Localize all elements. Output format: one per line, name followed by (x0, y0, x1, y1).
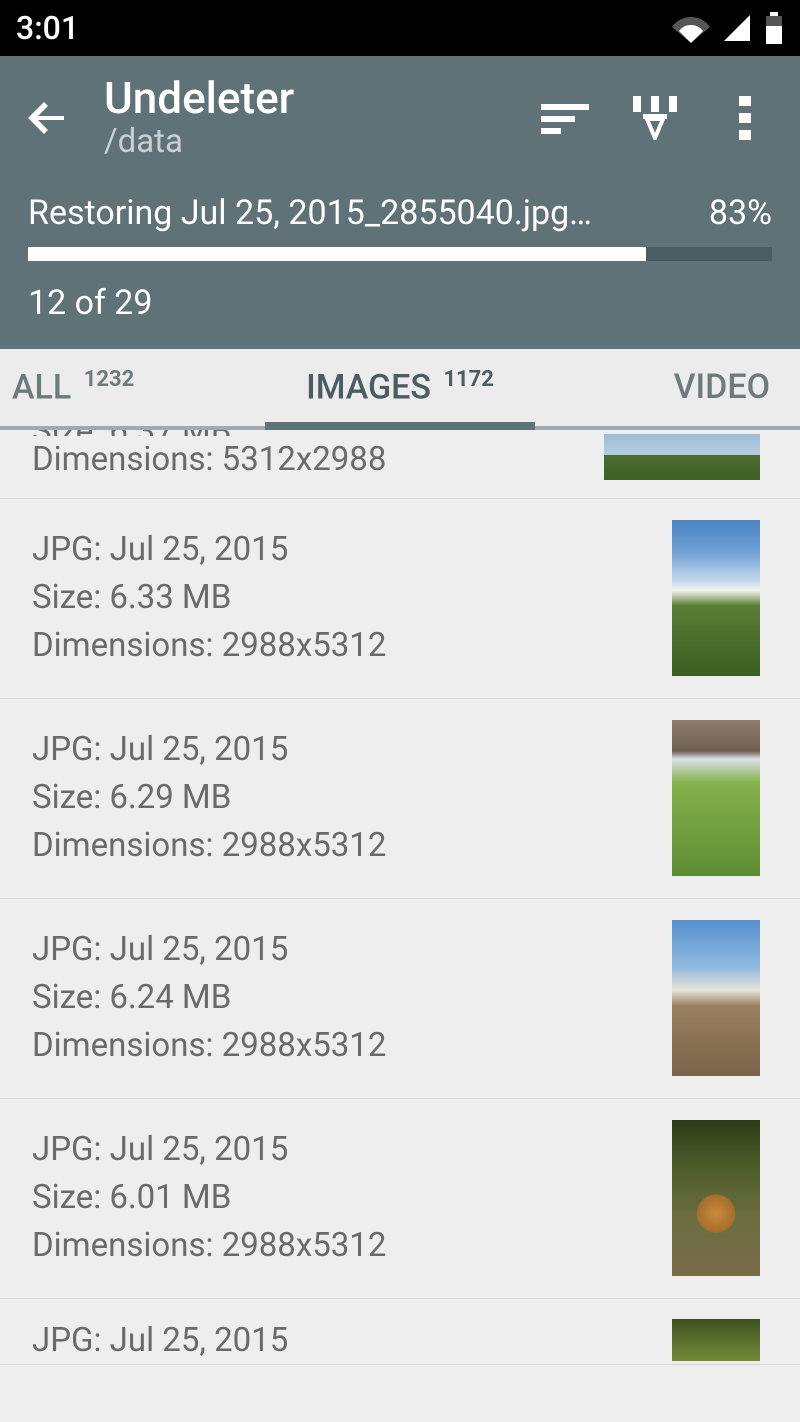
tab-label: VIDEO (674, 367, 770, 407)
tab-label: IMAGES (306, 368, 431, 408)
list-item[interactable]: JPG: Jul 25, 2015 (0, 1299, 800, 1366)
progress-percent: 83% (709, 193, 772, 233)
item-text: JPG: Jul 25, 2015 Size: 6.29 MB Dimensio… (32, 726, 652, 870)
app-header: Undeleter /data Restoring Jul 25, 2015_2… (0, 56, 800, 349)
app-title: Undeleter (104, 74, 540, 122)
item-title: JPG: Jul 25, 2015 (32, 1126, 652, 1174)
item-text: Size: 6.37 MB Dimensions: 5312x2988 (32, 430, 584, 484)
list-item[interactable]: Size: 6.37 MB Dimensions: 5312x2988 (0, 430, 800, 499)
item-size: Size: 6.01 MB (32, 1174, 652, 1222)
item-title: JPG: Jul 25, 2015 (32, 1317, 652, 1365)
progress-bar (28, 247, 772, 261)
status-bar: 3:01 (0, 0, 800, 56)
item-dimensions: Dimensions: 2988x5312 (32, 822, 652, 870)
item-dimensions: Dimensions: 2988x5312 (32, 1222, 652, 1270)
item-size: Size: 6.29 MB (32, 774, 652, 822)
toolbar: Undeleter /data (0, 56, 800, 175)
progress-text: Restoring Jul 25, 2015_2855040.jpg… (28, 193, 592, 233)
item-title: JPG: Jul 25, 2015 (32, 526, 652, 574)
thumbnail-image (672, 520, 760, 676)
cellular-icon (722, 13, 752, 43)
tab-indicator (265, 422, 535, 430)
progress-bar-fill (28, 247, 646, 261)
title-block: Undeleter /data (84, 74, 540, 161)
thumbnail-image (672, 920, 760, 1076)
tab-video[interactable]: VIDEO (600, 349, 800, 425)
app-subtitle: /data (104, 122, 540, 161)
progress-count: 12 of 29 (28, 283, 772, 323)
status-icons (672, 12, 784, 44)
list-item[interactable]: JPG: Jul 25, 2015 Size: 6.24 MB Dimensio… (0, 899, 800, 1099)
thumbnail-image (672, 1319, 760, 1361)
item-text: JPG: Jul 25, 2015 (32, 1317, 652, 1365)
back-button[interactable] (24, 95, 84, 141)
tab-count: 1172 (443, 367, 494, 392)
item-size: Size: 6.24 MB (32, 974, 652, 1022)
thumbnail-image (604, 434, 760, 480)
item-title: JPG: Jul 25, 2015 (32, 726, 652, 774)
item-dimensions: Dimensions: 5312x2988 (32, 436, 584, 484)
item-text: JPG: Jul 25, 2015 Size: 6.33 MB Dimensio… (32, 526, 652, 670)
battery-icon (764, 12, 784, 44)
tab-label: ALL (12, 368, 71, 408)
tab-images[interactable]: IMAGES 1172 (200, 349, 600, 425)
file-list[interactable]: Size: 6.37 MB Dimensions: 5312x2988 JPG:… (0, 430, 800, 1366)
item-size: Size: 6.33 MB (32, 574, 652, 622)
tab-count: 1232 (84, 367, 135, 392)
list-item[interactable]: JPG: Jul 25, 2015 Size: 6.33 MB Dimensio… (0, 499, 800, 699)
tab-bar: ALL 1232 IMAGES 1172 VIDEO (0, 349, 800, 429)
wifi-icon (672, 13, 710, 43)
thumbnail-image (672, 720, 760, 876)
status-time: 3:01 (16, 9, 79, 47)
item-dimensions: Dimensions: 2988x5312 (32, 1022, 652, 1070)
sort-button[interactable] (540, 100, 590, 136)
progress-block: Restoring Jul 25, 2015_2855040.jpg… 83% … (0, 175, 800, 349)
item-title: JPG: Jul 25, 2015 (32, 926, 652, 974)
toolbar-actions (540, 96, 780, 140)
item-text: JPG: Jul 25, 2015 Size: 6.01 MB Dimensio… (32, 1126, 652, 1270)
list-item[interactable]: JPG: Jul 25, 2015 Size: 6.01 MB Dimensio… (0, 1099, 800, 1299)
overflow-menu-button[interactable] (720, 96, 770, 140)
list-item[interactable]: JPG: Jul 25, 2015 Size: 6.29 MB Dimensio… (0, 699, 800, 899)
thumbnail-image (672, 1120, 760, 1276)
item-text: JPG: Jul 25, 2015 Size: 6.24 MB Dimensio… (32, 926, 652, 1070)
tab-all[interactable]: ALL 1232 (0, 349, 200, 425)
filter-button[interactable] (630, 96, 680, 140)
item-dimensions: Dimensions: 2988x5312 (32, 622, 652, 670)
